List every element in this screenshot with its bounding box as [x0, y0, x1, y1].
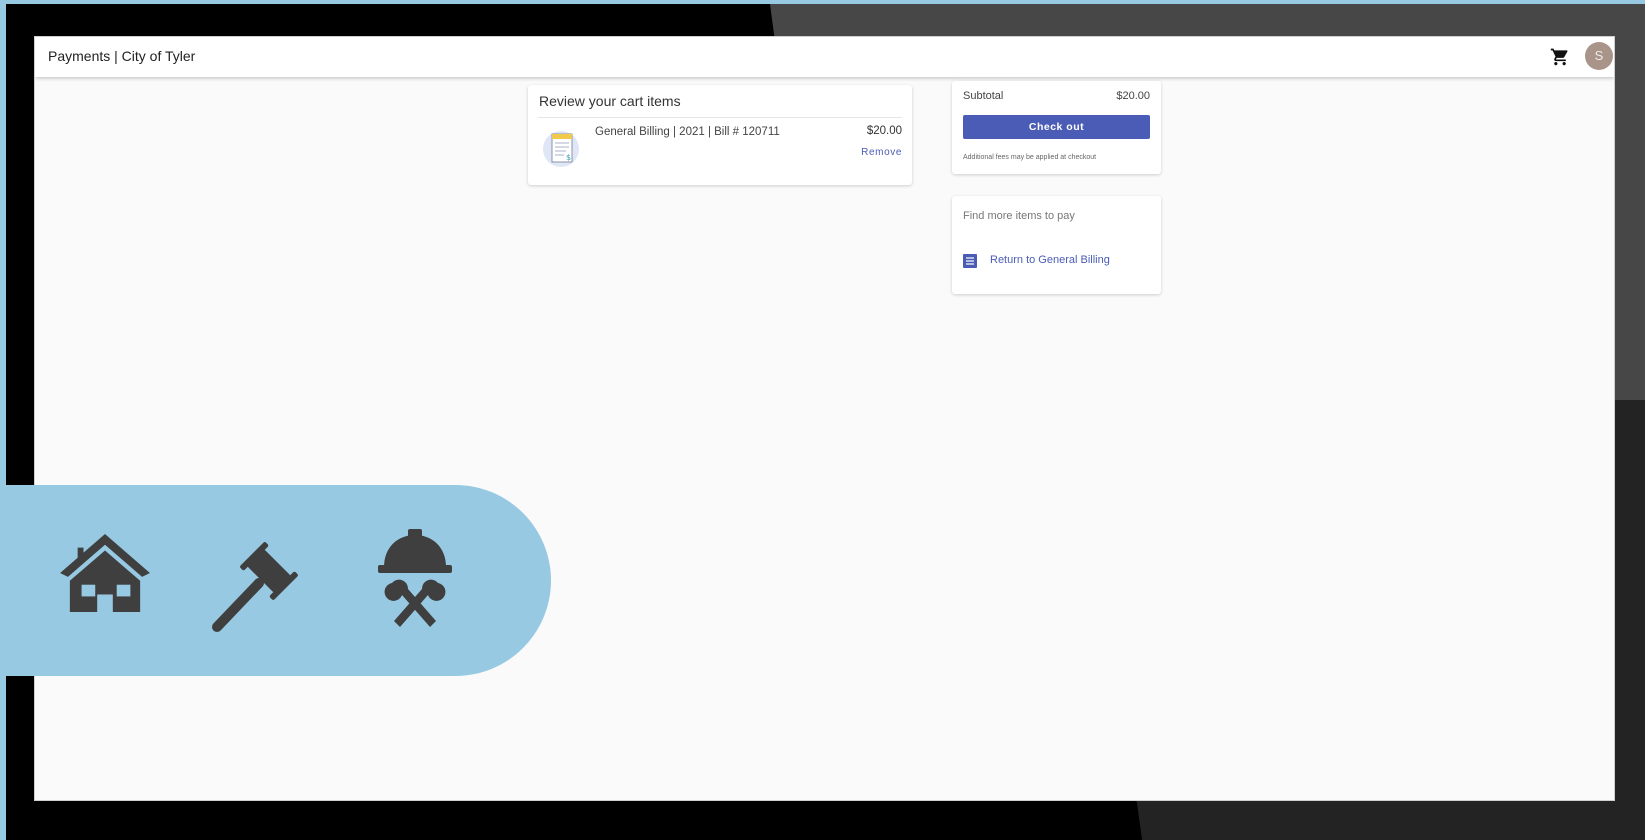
cart-item-description: General Billing | 2021 | Bill # 120711 — [595, 126, 780, 138]
decorative-icon-banner — [0, 485, 551, 676]
cart-card: Review your cart items $ General Billing… — [528, 85, 912, 185]
cart-icon[interactable] — [1550, 47, 1570, 67]
return-link-label: Return to General Billing — [990, 254, 1110, 266]
divider — [538, 117, 902, 118]
app-title: Payments | City of Tyler — [48, 48, 196, 64]
find-more-card: Find more items to pay Return to General… — [952, 196, 1161, 294]
find-more-title: Find more items to pay — [963, 210, 1075, 222]
remove-button[interactable]: Remove — [861, 147, 902, 158]
fee-note: Additional fees may be applied at checko… — [963, 154, 1097, 161]
cart-title: Review your cart items — [539, 93, 681, 109]
checkout-button[interactable]: Check out — [963, 115, 1150, 139]
avatar[interactable]: S — [1585, 42, 1613, 70]
top-app-bar: Payments | City of Tyler S — [35, 37, 1614, 77]
app-screen: Payments | City of Tyler S Review your c… — [34, 36, 1615, 801]
house-icon — [56, 532, 154, 619]
svg-text:$: $ — [566, 153, 571, 162]
list-icon — [963, 254, 977, 268]
hardhat-tools-icon — [378, 527, 452, 640]
subtotal-label: Subtotal — [963, 90, 1004, 102]
gavel-icon — [209, 537, 305, 638]
subtotal-value: $20.00 — [1116, 90, 1150, 102]
cart-item-amount: $20.00 — [866, 125, 902, 137]
bill-document-icon: $ — [542, 128, 582, 168]
order-summary-card: Subtotal $20.00 Check out Additional fee… — [952, 81, 1161, 174]
